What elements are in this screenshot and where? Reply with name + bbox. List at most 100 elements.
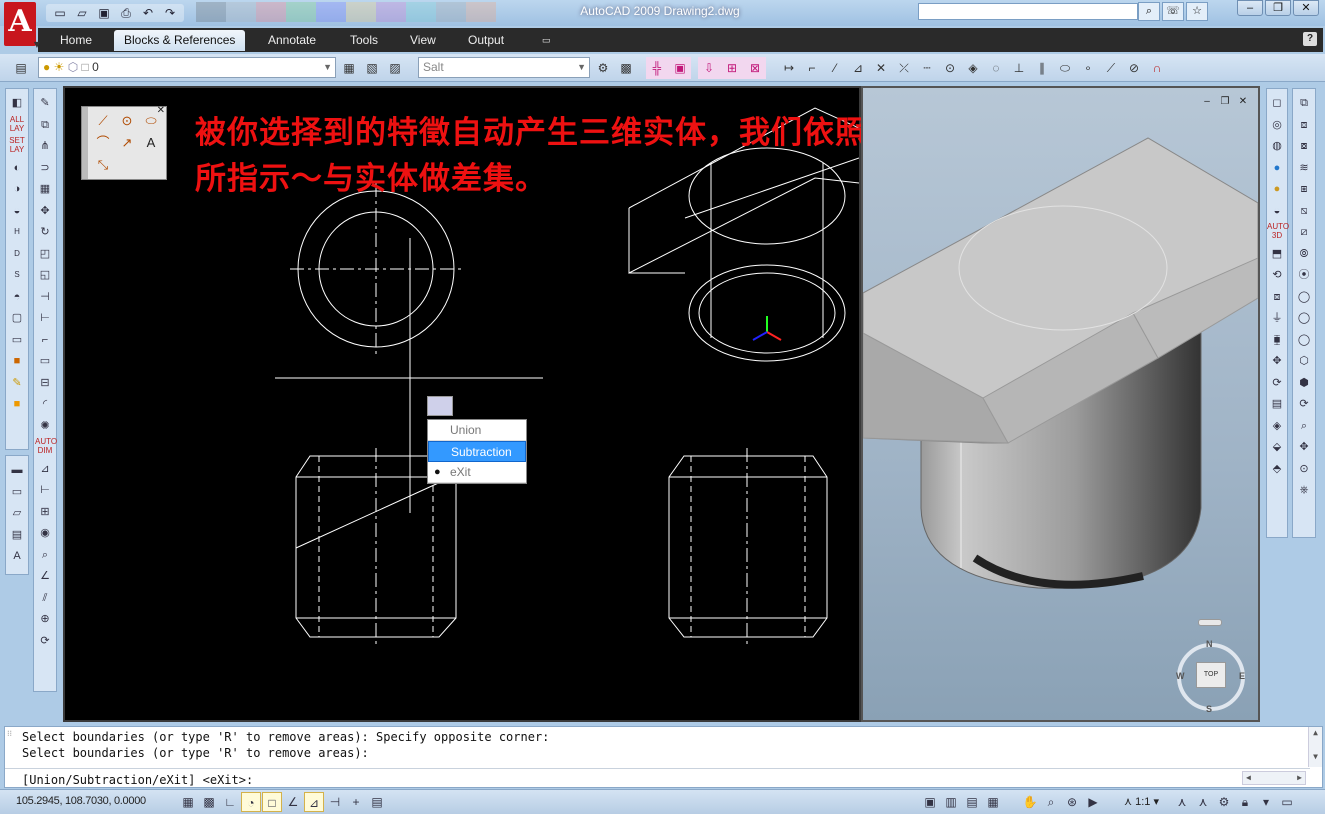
- cursor-coordinates[interactable]: 105.2945, 108.7030, 0.0000: [16, 795, 146, 807]
- close-icon[interactable]: ✕: [1293, 0, 1319, 16]
- model-icon[interactable]: ▣: [920, 792, 940, 812]
- orbit-icon[interactable]: ⟳: [1294, 394, 1314, 415]
- snap-node-icon[interactable]: ∘: [1077, 58, 1099, 78]
- text-find-icon[interactable]: ▤: [7, 525, 27, 546]
- status-menu-icon[interactable]: ▾: [1256, 792, 1276, 812]
- ring-3-icon[interactable]: ◯: [1294, 330, 1314, 351]
- restore-icon[interactable]: ❐: [1218, 96, 1232, 108]
- all-layers-icon[interactable]: ALL LAY: [7, 115, 27, 136]
- ring-icon[interactable]: ◯: [1294, 287, 1314, 308]
- layer-icon[interactable]: ◧: [7, 93, 27, 114]
- layer-color-icon[interactable]: ■: [7, 351, 27, 372]
- layer-walk-icon[interactable]: ◑: [7, 179, 27, 200]
- snap-tracking-icon[interactable]: ⌐: [801, 58, 823, 78]
- layer-merge-icon[interactable]: ◒: [7, 201, 27, 222]
- ring-2-icon[interactable]: ◯: [1294, 308, 1314, 329]
- snap-tangent-icon[interactable]: ◌: [985, 58, 1007, 78]
- stretch-icon[interactable]: ◱: [35, 265, 55, 286]
- snap-none-icon[interactable]: ⊘: [1123, 58, 1145, 78]
- auto-scale-icon[interactable]: ⋏: [1193, 792, 1213, 812]
- snap-endpoint-icon[interactable]: ⁄: [824, 58, 846, 78]
- pan-icon[interactable]: ✥: [1294, 437, 1314, 458]
- 3d-move-icon[interactable]: ✥: [1267, 351, 1287, 372]
- tab-home[interactable]: Home: [50, 30, 102, 51]
- mirror-icon[interactable]: ⋔: [35, 136, 55, 157]
- annotation-scale[interactable]: ⋏ 1:1 ▾: [1124, 795, 1159, 808]
- ducs-icon[interactable]: ⊿: [304, 792, 324, 812]
- box-icon[interactable]: ◻: [1267, 93, 1287, 114]
- break-icon[interactable]: ⌐: [35, 330, 55, 351]
- text-icon[interactable]: A: [140, 133, 162, 153]
- viewcube-top-face[interactable]: TOP: [1196, 662, 1226, 688]
- home-icon[interactable]: [1198, 619, 1222, 626]
- join-icon[interactable]: ▭: [35, 351, 55, 372]
- ribbon-minimize-icon[interactable]: ▭: [532, 30, 561, 51]
- ortho-icon[interactable]: ∟: [220, 792, 240, 812]
- flatshot-icon[interactable]: ◈: [1267, 416, 1287, 437]
- circle-icon[interactable]: ⊙: [116, 111, 138, 131]
- menu-item-subtraction[interactable]: Subtraction: [428, 441, 526, 462]
- dim-update-icon[interactable]: ⟳: [35, 631, 55, 652]
- text-align-icon[interactable]: ▭: [7, 482, 27, 503]
- annotation-visibility-icon[interactable]: ⋏: [1172, 792, 1192, 812]
- compass-south[interactable]: S: [1206, 704, 1212, 714]
- set-layer-icon[interactable]: SET LAY: [7, 136, 27, 157]
- save-icon[interactable]: ▣: [94, 4, 114, 22]
- separate-icon[interactable]: ⧄: [1294, 222, 1314, 243]
- tab-view[interactable]: View: [400, 30, 446, 51]
- polar-icon[interactable]: ◔: [241, 792, 261, 812]
- layer-properties-icon[interactable]: ▤: [10, 58, 32, 78]
- style-manager-icon[interactable]: ▩: [615, 58, 637, 78]
- compass-north[interactable]: N: [1206, 639, 1213, 649]
- text-edit-icon[interactable]: ▬: [7, 460, 27, 481]
- zoom-icon[interactable]: ⌕: [1294, 416, 1314, 437]
- steering-wheel-icon[interactable]: ⎈: [1294, 480, 1314, 501]
- fillet-icon[interactable]: ◜: [35, 394, 55, 415]
- help-icon[interactable]: ?: [1303, 32, 1317, 46]
- clean-screen-icon[interactable]: ▭: [1277, 792, 1297, 812]
- match-layer-icon[interactable]: ✎: [7, 373, 27, 394]
- tab-blocks-references[interactable]: Blocks & References: [114, 30, 246, 51]
- union-icon[interactable]: ⧉: [1294, 93, 1314, 114]
- walk-icon[interactable]: ⬙: [1267, 437, 1287, 458]
- command-window[interactable]: ⁝⁝ Select boundaries (or type 'R' to rem…: [4, 726, 1323, 788]
- dim-aligned-icon[interactable]: ⊢: [35, 480, 55, 501]
- favorites-icon[interactable]: ☆: [1186, 2, 1208, 21]
- snap-center-icon[interactable]: ⊙: [939, 58, 961, 78]
- rotate-icon[interactable]: ↻: [35, 222, 55, 243]
- erase-icon[interactable]: ⤡: [92, 155, 114, 175]
- application-menu-button[interactable]: A ▼: [4, 2, 40, 48]
- steering-wheel-icon[interactable]: ⊛: [1062, 792, 1082, 812]
- lineweight-icon[interactable]: +: [346, 792, 366, 812]
- snap-nearest-icon[interactable]: ⟋: [1100, 58, 1122, 78]
- layer-iso-icon[interactable]: ◐: [7, 158, 27, 179]
- ellipse-icon[interactable]: ⬭: [140, 111, 162, 131]
- sweep-icon[interactable]: ⧈: [1267, 287, 1287, 308]
- layer-freeze-icon[interactable]: ▢: [7, 308, 27, 329]
- chamfer-icon[interactable]: ⊟: [35, 373, 55, 394]
- intersect-icon[interactable]: ⧇: [1294, 136, 1314, 157]
- insert-icon[interactable]: ⇩: [698, 58, 720, 78]
- snap-parallel-icon[interactable]: ∥: [1031, 58, 1053, 78]
- revolve-icon[interactable]: ⟲: [1267, 265, 1287, 286]
- show-sw-icon[interactable]: S: [7, 265, 27, 286]
- compass-west[interactable]: W: [1176, 671, 1185, 681]
- redo-icon[interactable]: ↷: [160, 4, 180, 22]
- arc-icon[interactable]: ⌒: [92, 133, 114, 153]
- snap-intersection-icon[interactable]: ✕: [870, 58, 892, 78]
- zoom-icon[interactable]: ⌕: [1041, 792, 1061, 812]
- loft-icon[interactable]: ⏚: [1267, 308, 1287, 329]
- convert-icon[interactable]: ⬢: [1294, 373, 1314, 394]
- table-icon[interactable]: ⊞: [721, 58, 743, 78]
- scroll-right-icon[interactable]: ▶: [1297, 772, 1302, 784]
- scale-icon[interactable]: ◰: [35, 244, 55, 265]
- interfere-icon[interactable]: ⦿: [1294, 265, 1314, 286]
- move-icon[interactable]: ✥: [35, 201, 55, 222]
- dim-radius-icon[interactable]: ◉: [35, 523, 55, 544]
- snap-midpoint-icon[interactable]: ⊿: [847, 58, 869, 78]
- dimension-icon[interactable]: ↗: [116, 133, 138, 153]
- communication-icon[interactable]: ☏: [1162, 2, 1184, 21]
- menu-item-union[interactable]: Union: [428, 420, 526, 441]
- explode-icon[interactable]: ✺: [35, 416, 55, 437]
- command-vertical-scrollbar[interactable]: ▲ ▼: [1308, 727, 1322, 767]
